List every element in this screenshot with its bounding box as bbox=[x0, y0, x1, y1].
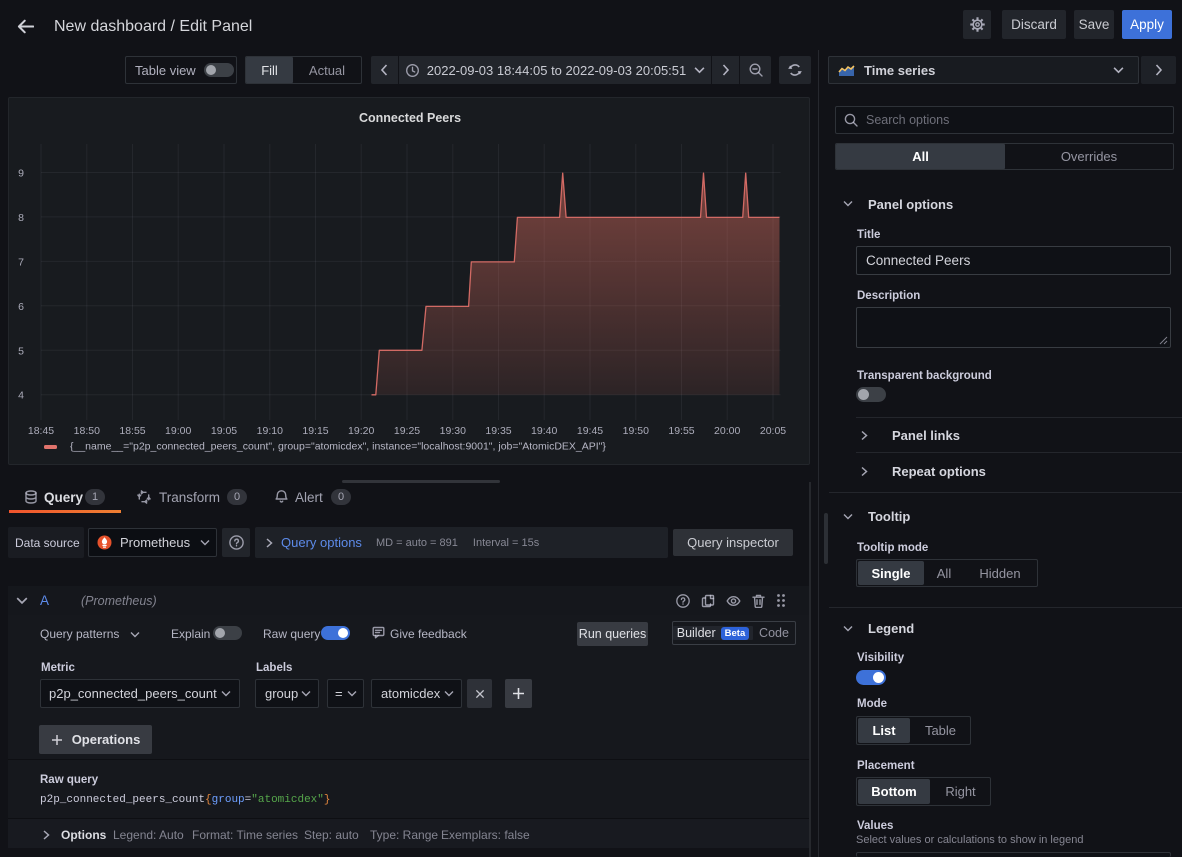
svg-text:18:55: 18:55 bbox=[119, 425, 145, 437]
svg-text:4: 4 bbox=[18, 390, 24, 402]
svg-text:8: 8 bbox=[18, 212, 24, 224]
svg-text:7: 7 bbox=[18, 256, 24, 268]
svg-text:19:00: 19:00 bbox=[165, 425, 191, 437]
svg-text:19:10: 19:10 bbox=[257, 425, 283, 437]
svg-text:20:00: 20:00 bbox=[714, 425, 740, 437]
svg-text:{__name__="p2p_connected_peers: {__name__="p2p_connected_peers_count", g… bbox=[70, 441, 606, 453]
svg-text:19:35: 19:35 bbox=[485, 425, 511, 437]
svg-text:19:15: 19:15 bbox=[302, 425, 328, 437]
svg-text:20:05: 20:05 bbox=[760, 425, 786, 437]
svg-text:19:45: 19:45 bbox=[577, 425, 603, 437]
svg-text:19:20: 19:20 bbox=[348, 425, 374, 437]
svg-text:18:45: 18:45 bbox=[28, 425, 54, 437]
svg-text:19:30: 19:30 bbox=[440, 425, 466, 437]
svg-text:19:50: 19:50 bbox=[623, 425, 649, 437]
svg-text:19:55: 19:55 bbox=[668, 425, 694, 437]
svg-text:19:05: 19:05 bbox=[211, 425, 237, 437]
svg-text:19:25: 19:25 bbox=[394, 425, 420, 437]
svg-text:6: 6 bbox=[18, 301, 24, 313]
svg-text:19:40: 19:40 bbox=[531, 425, 557, 437]
svg-text:Connected Peers: Connected Peers bbox=[359, 111, 461, 125]
svg-text:9: 9 bbox=[18, 168, 24, 180]
svg-text:5: 5 bbox=[18, 345, 24, 357]
svg-text:18:50: 18:50 bbox=[74, 425, 100, 437]
